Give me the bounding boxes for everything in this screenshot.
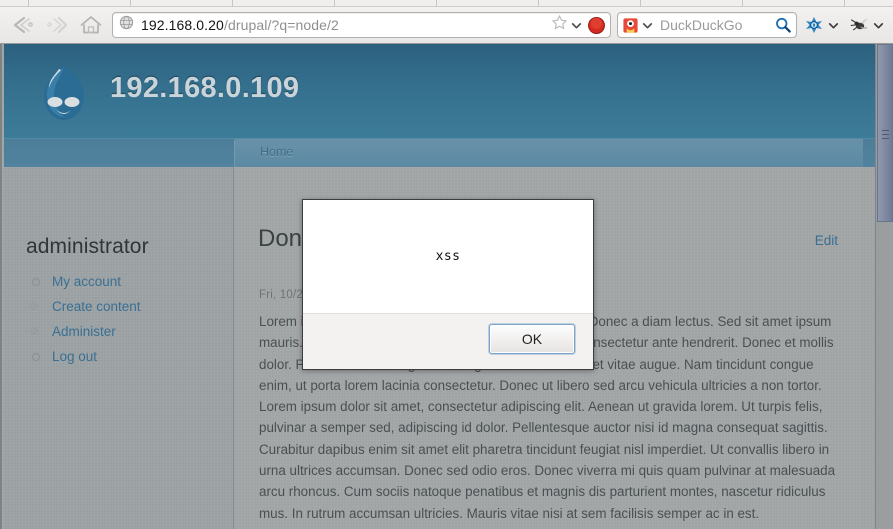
scrollbar-grip-line	[882, 138, 889, 139]
search-bar[interactable]: DuckDuckGo	[617, 12, 797, 38]
tab-separator	[28, 0, 29, 7]
tab-separator	[742, 0, 743, 7]
tamper-data-chevron-icon[interactable]	[872, 19, 885, 32]
home-button[interactable]	[74, 10, 108, 40]
tab-separator	[436, 0, 437, 7]
search-engine-icon[interactable]	[622, 17, 639, 34]
sidebar-item-create-content[interactable]: Create content	[30, 294, 230, 319]
bullet-arrow-icon	[32, 327, 38, 335]
tab-separator	[232, 0, 233, 7]
edit-tab[interactable]: Edit	[815, 233, 838, 248]
hackbar-chevron-icon[interactable]	[827, 19, 840, 32]
node-submitted-date: Fri, 10/2	[259, 289, 303, 301]
tab-separator	[334, 0, 335, 7]
tab-strip[interactable]	[0, 0, 893, 7]
stop-button[interactable]	[587, 16, 606, 35]
url-host: 192.168.0.20	[141, 17, 224, 33]
breadcrumb-tab	[234, 139, 863, 167]
page-viewport: 192.168.0.109 Home administrator My acco…	[0, 44, 893, 529]
drupal-logo-icon[interactable]	[34, 62, 94, 124]
alert-message: xss	[435, 249, 461, 264]
tab-separator	[130, 0, 131, 7]
sidebar-title: administrator	[26, 235, 149, 258]
sidebar-menu: My account Create content Administer Log…	[30, 269, 230, 369]
tamper-data-extension-button[interactable]	[848, 15, 870, 35]
tab-separator	[640, 0, 641, 7]
browser-window: 192.168.0.20/drupal/?q=node/2 DuckDuckGo…	[0, 0, 893, 529]
node-tabs: Edit	[815, 233, 838, 248]
search-icon[interactable]	[774, 16, 792, 34]
browser-chrome: 192.168.0.20/drupal/?q=node/2 DuckDuckGo	[0, 0, 893, 44]
scrollbar-grip-line	[882, 134, 889, 135]
tab-separator	[538, 0, 539, 7]
back-button[interactable]	[6, 10, 40, 40]
search-input[interactable]: DuckDuckGo	[660, 17, 774, 33]
ok-button[interactable]: OK	[489, 324, 575, 354]
scrollbar-grip-line	[882, 130, 889, 131]
javascript-alert-dialog: xss OK	[302, 199, 594, 370]
url-text: 192.168.0.20/drupal/?q=node/2	[141, 17, 551, 33]
sidebar-link-create-content[interactable]: Create content	[52, 299, 141, 314]
globe-icon	[119, 15, 134, 35]
alert-button-area: OK	[303, 313, 593, 369]
url-bar[interactable]: 192.168.0.20/drupal/?q=node/2	[112, 12, 611, 38]
breadcrumb[interactable]: Home	[260, 145, 293, 159]
chevron-down-icon[interactable]	[570, 19, 583, 32]
search-engine-chevron-icon[interactable]	[641, 19, 654, 32]
url-path: /drupal/?q=node/2	[223, 17, 339, 33]
bullet-arrow-icon	[32, 302, 38, 310]
site-name[interactable]: 192.168.0.109	[110, 72, 299, 105]
bullet-circle-icon	[32, 278, 40, 286]
scrollbar-thumb[interactable]	[877, 44, 893, 222]
star-icon[interactable]	[551, 14, 568, 36]
alert-message-area: xss	[303, 200, 593, 313]
navigation-toolbar: 192.168.0.20/drupal/?q=node/2 DuckDuckGo	[0, 7, 893, 43]
sidebar-item-log-out[interactable]: Log out	[30, 344, 230, 369]
sidebar: administrator My account Create content …	[4, 167, 234, 529]
site-header: 192.168.0.109	[4, 44, 875, 139]
hackbar-extension-button[interactable]	[803, 15, 825, 35]
vertical-scrollbar[interactable]	[875, 44, 893, 529]
sidebar-item-my-account[interactable]: My account	[30, 269, 230, 294]
bullet-circle-icon	[32, 353, 40, 361]
sidebar-link-my-account[interactable]: My account	[52, 274, 121, 289]
sidebar-link-log-out[interactable]: Log out	[52, 349, 97, 364]
sidebar-link-administer[interactable]: Administer	[52, 324, 116, 339]
forward-button[interactable]	[40, 10, 74, 40]
sidebar-item-administer[interactable]: Administer	[30, 319, 230, 344]
bookmark-controls	[551, 14, 606, 36]
tab-separator	[844, 0, 845, 7]
